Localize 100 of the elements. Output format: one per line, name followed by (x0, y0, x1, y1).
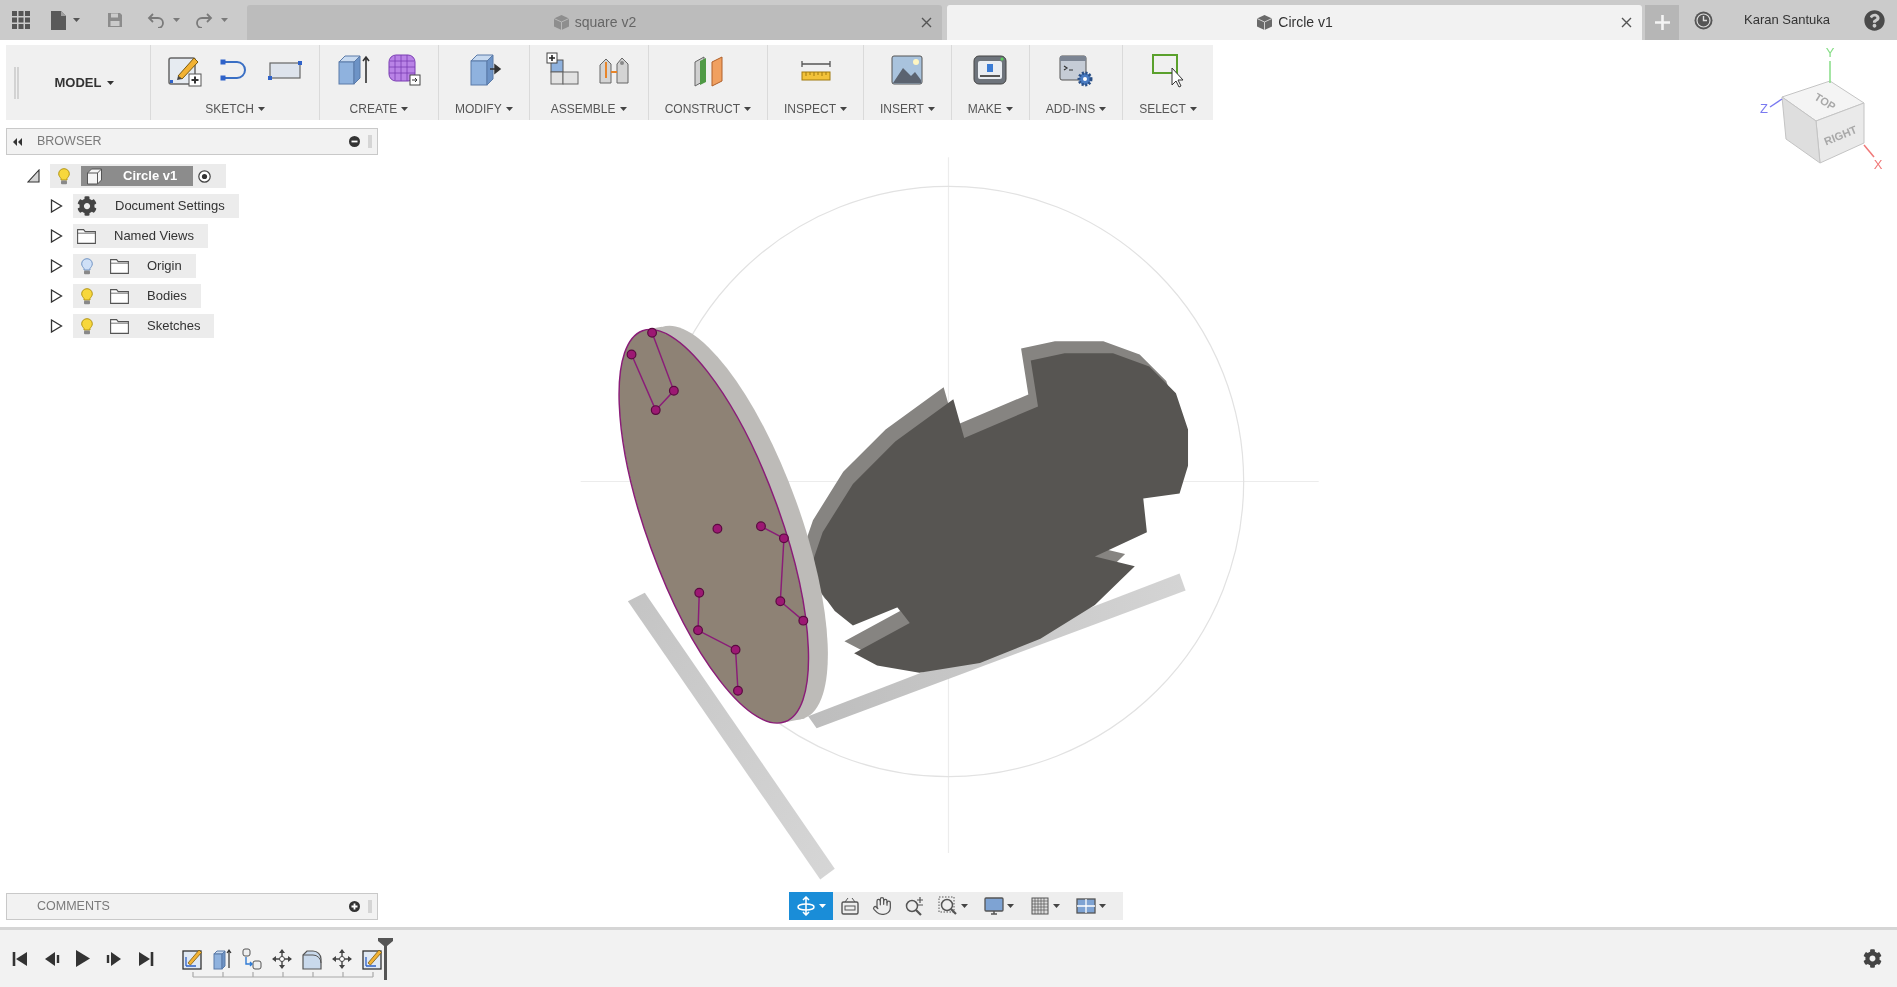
triangle-icon[interactable] (50, 319, 63, 333)
stacked-blocks-icon[interactable] (545, 52, 582, 88)
triangle-icon[interactable] (50, 259, 63, 273)
toolbar-menu-button[interactable]: SELECT (1139, 103, 1197, 115)
sketch-point (668, 385, 679, 396)
step-forward-icon[interactable] (106, 950, 122, 967)
undo-icon[interactable] (147, 12, 165, 28)
toolbar-menu-button[interactable]: MODIFY (455, 103, 513, 115)
tree-item[interactable]: Named Views (73, 224, 208, 248)
linked-boxes-icon[interactable] (242, 947, 262, 970)
rounded-block-icon[interactable] (302, 947, 322, 970)
nav-tool-button[interactable] (789, 892, 833, 920)
toolbar-menu-button[interactable]: CONSTRUCT (664, 103, 751, 115)
toolbar-menu-button[interactable]: INSERT (880, 103, 935, 115)
panel-title: COMMENTS (37, 897, 110, 915)
component-icon (86, 167, 103, 185)
sketch-point (650, 405, 661, 416)
axis-indicator: Z (1760, 98, 1783, 116)
cube-face-label: TOP (1812, 90, 1838, 113)
folder-icon (110, 258, 129, 274)
monitor-icon (984, 896, 1004, 916)
printer-icon[interactable] (972, 52, 1009, 88)
caret-icon (744, 107, 751, 111)
hand-icon (872, 896, 892, 916)
close-icon[interactable] (921, 17, 932, 28)
document-tab[interactable]: Circle v1 (947, 5, 1642, 40)
radio-button[interactable] (198, 169, 211, 183)
apps-grid-icon[interactable] (12, 11, 30, 29)
timeline-marker[interactable] (378, 937, 393, 980)
gear-icon (77, 196, 97, 216)
sketch-point (756, 521, 766, 532)
settings-icon[interactable] (1863, 949, 1882, 968)
grid-cube-icon[interactable] (386, 52, 422, 88)
grip-icon[interactable] (14, 66, 19, 99)
caret-icon (819, 904, 826, 908)
folder-icon (110, 288, 129, 304)
tree-item[interactable]: Document Settings (73, 194, 239, 218)
tree-item[interactable]: Sketches (73, 314, 215, 338)
selection-box-icon[interactable] (1150, 52, 1186, 88)
caret-icon (257, 107, 265, 111)
caret-icon (927, 107, 935, 111)
help-icon[interactable] (1864, 9, 1885, 31)
folder-icon (110, 318, 129, 334)
step-back-icon[interactable] (44, 950, 60, 967)
caret-icon (221, 18, 228, 22)
cube-icon (1256, 14, 1274, 31)
caret-icon (840, 107, 847, 111)
window-gear-icon[interactable] (1058, 52, 1094, 88)
clock-icon[interactable] (1694, 10, 1713, 30)
sketch-pencil-icon[interactable] (182, 947, 202, 970)
component-name: Circle v1 (123, 167, 178, 186)
image-icon[interactable] (889, 52, 926, 88)
minus-circle-icon[interactable] (349, 136, 360, 147)
triangle-icon[interactable] (27, 169, 40, 183)
caret-icon (173, 18, 180, 22)
axis-indicator: X (1863, 144, 1883, 172)
workspace-menu-button[interactable]: MODEL (19, 45, 150, 120)
toolbar-menu-button[interactable]: INSPECT (784, 103, 847, 115)
redo-icon[interactable] (195, 12, 213, 28)
sketch-point (733, 685, 743, 696)
sketch-point (775, 596, 786, 607)
sketch-point (693, 625, 703, 636)
tree-item[interactable]: Bodies (73, 284, 201, 308)
toolbar-menu-button[interactable]: CREATE (349, 103, 409, 115)
user-name[interactable]: Karan Santuka (1744, 10, 1830, 30)
sketch-point (712, 523, 723, 534)
screen-icon (840, 896, 860, 916)
plus-circle-icon[interactable] (349, 900, 360, 912)
skip-to-end-icon[interactable] (138, 950, 154, 967)
light-bulb-icon[interactable] (81, 257, 93, 275)
triangle-icon[interactable] (50, 229, 63, 243)
file-icon[interactable] (50, 9, 67, 31)
four-arrows-icon[interactable] (332, 947, 352, 970)
toolbar-menu-button[interactable]: SKETCH (205, 103, 265, 115)
light-bulb-icon[interactable] (58, 167, 70, 185)
caret-icon (1053, 904, 1060, 908)
toolbar-menu-button[interactable]: MAKE (967, 103, 1013, 115)
skip-to-start-icon[interactable] (12, 950, 28, 967)
triangle-icon[interactable] (50, 199, 63, 213)
toolbar-menu-button[interactable]: ADD-INS (1045, 103, 1107, 115)
triangle-icon[interactable] (50, 289, 63, 303)
caret-icon (505, 107, 513, 111)
sketch-point (730, 644, 741, 655)
close-icon[interactable] (1621, 17, 1632, 28)
double-arrow-left-icon[interactable] (13, 137, 22, 146)
caret-icon (1099, 107, 1107, 111)
light-bulb-icon[interactable] (81, 287, 93, 305)
light-bulb-icon[interactable] (81, 317, 93, 335)
caret-icon (1007, 904, 1014, 908)
play-icon[interactable] (75, 950, 91, 967)
cube-icon (552, 14, 570, 31)
four-arrows-icon[interactable] (272, 947, 292, 970)
sketch-pencil-icon[interactable] (362, 947, 382, 970)
tree-item[interactable]: Origin (73, 254, 196, 278)
box-arrow-icon[interactable] (336, 52, 372, 88)
toolbar-menu-button[interactable]: ASSEMBLE (550, 103, 627, 115)
orbit-icon (796, 896, 816, 916)
grid-icon (1030, 896, 1050, 916)
caret-icon (1189, 107, 1197, 111)
box-arrow-icon[interactable] (212, 947, 232, 970)
